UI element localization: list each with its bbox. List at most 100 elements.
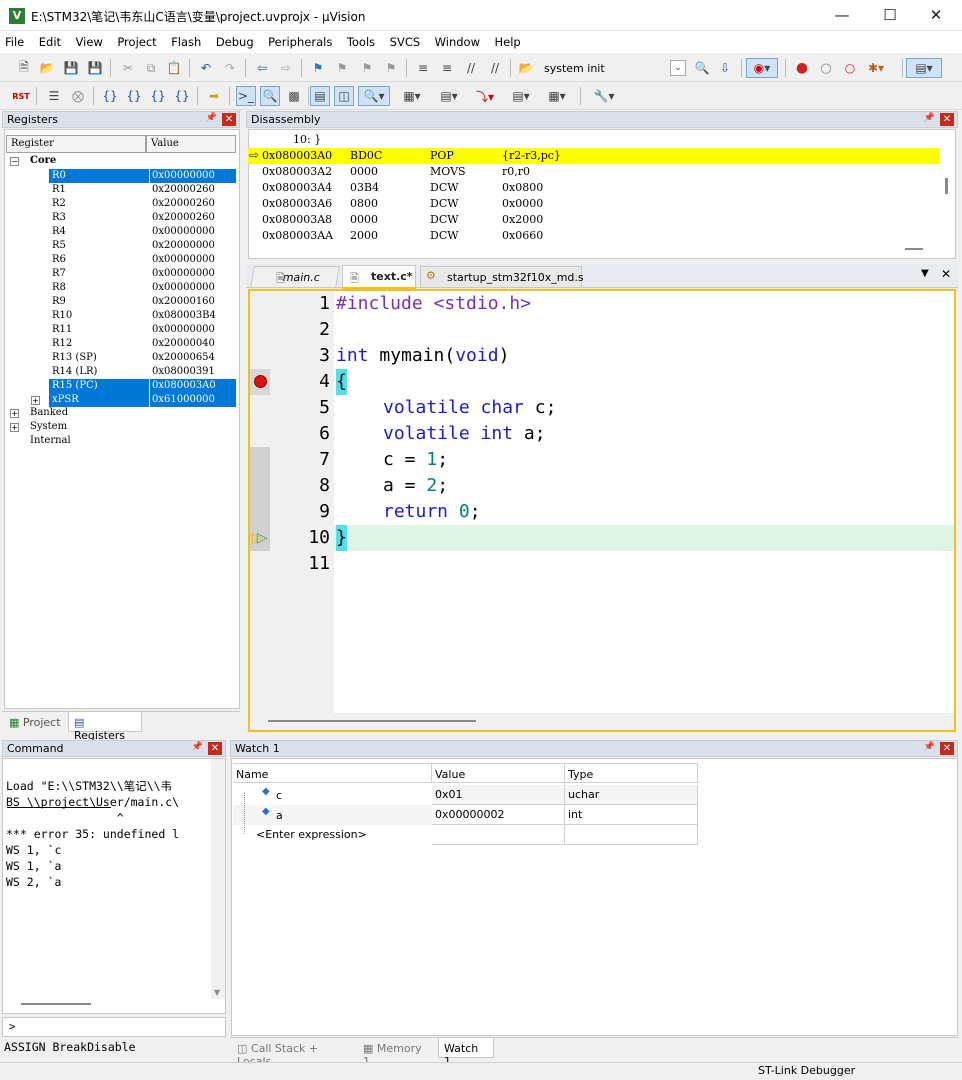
serial-window-icon[interactable]: ▤▾ [434,86,464,106]
register-value[interactable]: 0x20000260 [152,198,215,209]
indent-icon[interactable]: ≡ [413,58,433,78]
expand-banked-icon[interactable]: + [10,409,19,418]
register-row[interactable]: R6 0x00000000 [4,253,236,267]
expand-system-icon[interactable]: + [10,423,19,432]
breakpoint-kill-all-icon[interactable]: ✱▾ [866,58,886,78]
pin-icon[interactable]: 📌 [192,742,203,752]
menu-window[interactable]: Window [430,31,486,49]
menu-flash[interactable]: Flash [166,31,207,49]
save-all-icon[interactable]: 💾 [85,58,105,78]
tab-watch-1[interactable]: Watch 1 [438,1037,494,1068]
disassembly-hscroll[interactable] [905,248,923,250]
register-row[interactable]: R9 0x20000160 [4,295,236,309]
register-row[interactable]: R2 0x20000260 [4,197,236,211]
tab-list-dropdown-icon[interactable]: ▼ [921,268,929,279]
register-row[interactable]: R15 (PC) 0x080003A0 [4,379,236,393]
col-register-header[interactable]: Register [6,135,146,153]
col-value-header[interactable]: Value [146,135,236,153]
disassembly-row[interactable]: 0x080003A2 0000 MOVS r0,r0 [262,164,942,180]
breakpoint-insert-icon[interactable]: ● [792,58,812,78]
debug-session-icon[interactable]: ◉ ▾ [746,58,778,78]
editor-hscroll-thumb[interactable] [268,720,476,722]
watch-col-value[interactable]: Value [432,763,565,783]
toolbox-icon[interactable]: 🔧▾ [588,86,620,106]
register-row[interactable]: R8 0x00000000 [4,281,236,295]
minimize-button[interactable]: — [822,3,862,27]
register-value[interactable]: 0x00000000 [152,268,215,279]
maximize-button[interactable]: ☐ [870,3,910,27]
close-window-button[interactable]: ✕ [916,3,956,27]
close-editor-icon[interactable]: ✕ [941,267,951,281]
register-row[interactable]: R3 0x20000260 [4,211,236,225]
watch-window-icon[interactable]: 🔍▾ [358,86,390,106]
watch-col-name[interactable]: Name [233,763,432,783]
tab-main-c[interactable]: main.c [250,266,340,288]
register-value[interactable]: 0x08000391 [152,366,215,377]
clear-bookmarks-icon[interactable]: ⚑ [381,58,401,78]
disassembly-row[interactable]: 0x080003A6 0800 DCW 0x0000 [262,196,942,212]
register-row[interactable]: R11 0x00000000 [4,323,236,337]
tab-project[interactable]: ▦ Project [4,712,66,733]
tab-memory-1[interactable]: ▦ Memory 1 [358,1038,436,1068]
navigate-forward-icon[interactable]: ⇨ [276,58,296,78]
save-icon[interactable]: 💾 [61,58,81,78]
register-row[interactable]: R5 0x20000000 [4,239,236,253]
cut-icon[interactable]: ✂ [118,58,138,78]
register-value[interactable]: 0x20000260 [152,212,215,223]
copy-icon[interactable]: ⧉ [141,58,161,78]
stop-icon[interactable]: ⨂ [68,86,88,106]
run-to-cursor-icon[interactable]: {} [172,86,192,106]
target-dropdown-icon[interactable]: ⌄ [670,60,686,76]
find-in-files-icon[interactable]: 📂 [516,58,536,78]
step-out-icon[interactable]: {} [148,86,168,106]
command-window-icon[interactable]: >_ [236,86,256,106]
watch-value[interactable]: 0x00000002 [432,805,565,825]
menu-project[interactable]: Project [112,31,162,49]
undo-icon[interactable]: ↶ [196,58,216,78]
command-vscrollbar[interactable]: ▼ [211,759,225,999]
trace-window-icon[interactable]: ▤▾ [506,86,536,106]
close-icon[interactable]: ✕ [208,742,222,755]
disassembly-window-icon[interactable]: 🔍 [260,86,280,106]
open-file-icon[interactable]: 📂 [37,58,57,78]
pin-icon[interactable]: 📌 [924,113,935,123]
breakpoint-enable-icon[interactable]: ○ [816,58,836,78]
register-row[interactable]: R14 (LR) 0x08000391 [4,365,236,379]
menu-file[interactable]: File [0,31,30,49]
register-value[interactable]: 0x20000260 [152,184,215,195]
register-value[interactable]: 0x61000000 [152,394,215,405]
tab-registers[interactable]: ▤ Registers [68,711,142,742]
analysis-window-icon[interactable]: ⤵▾ [470,86,500,106]
watch-col-type[interactable]: Type [565,763,698,783]
tab-call-stack-locals[interactable]: ◫ Call Stack + Locals [232,1038,356,1068]
menu-edit[interactable]: Edit [34,31,67,49]
register-value[interactable]: 0x00000000 [152,282,215,293]
breakpoint-disable-all-icon[interactable]: ○ [840,58,860,78]
system-viewer-icon[interactable]: ▦▾ [542,86,572,106]
enter-expression-field[interactable]: <Enter expression> [256,828,367,841]
register-value[interactable]: 0x20000654 [152,352,215,363]
disassembly-row[interactable]: 0x080003A8 0000 DCW 0x2000 [262,212,942,228]
command-input[interactable]: > [2,1017,226,1037]
register-row[interactable]: R7 0x00000000 [4,267,236,281]
close-icon[interactable]: ✕ [940,742,954,755]
menu-debug[interactable]: Debug [211,31,260,49]
incremental-find-icon[interactable]: ⇩ [715,58,735,78]
menu-view[interactable]: View [71,31,109,49]
register-row[interactable]: R4 0x00000000 [4,225,236,239]
watch-name[interactable]: c [276,789,282,802]
register-row[interactable]: R0 0x00000000 [4,169,236,183]
menu-tools[interactable]: Tools [342,31,381,49]
register-value[interactable]: 0x00000000 [152,324,215,335]
register-row[interactable]: R10 0x080003B4 [4,309,236,323]
registers-window-icon[interactable]: ▤ [310,86,330,106]
register-value[interactable]: 0x00000000 [152,254,215,265]
register-value[interactable]: 0x00000000 [152,170,215,181]
reset-cpu-icon[interactable]: RST [11,86,31,106]
find-icon[interactable]: 🔍 [692,58,712,78]
disassembly-scrollbar[interactable] [945,178,948,194]
step-into-icon[interactable]: {} [100,86,120,106]
window-layout-icon[interactable]: ▤▾ [906,58,942,78]
close-icon[interactable]: ✕ [222,113,236,126]
register-value[interactable]: 0x080003B4 [152,310,216,321]
